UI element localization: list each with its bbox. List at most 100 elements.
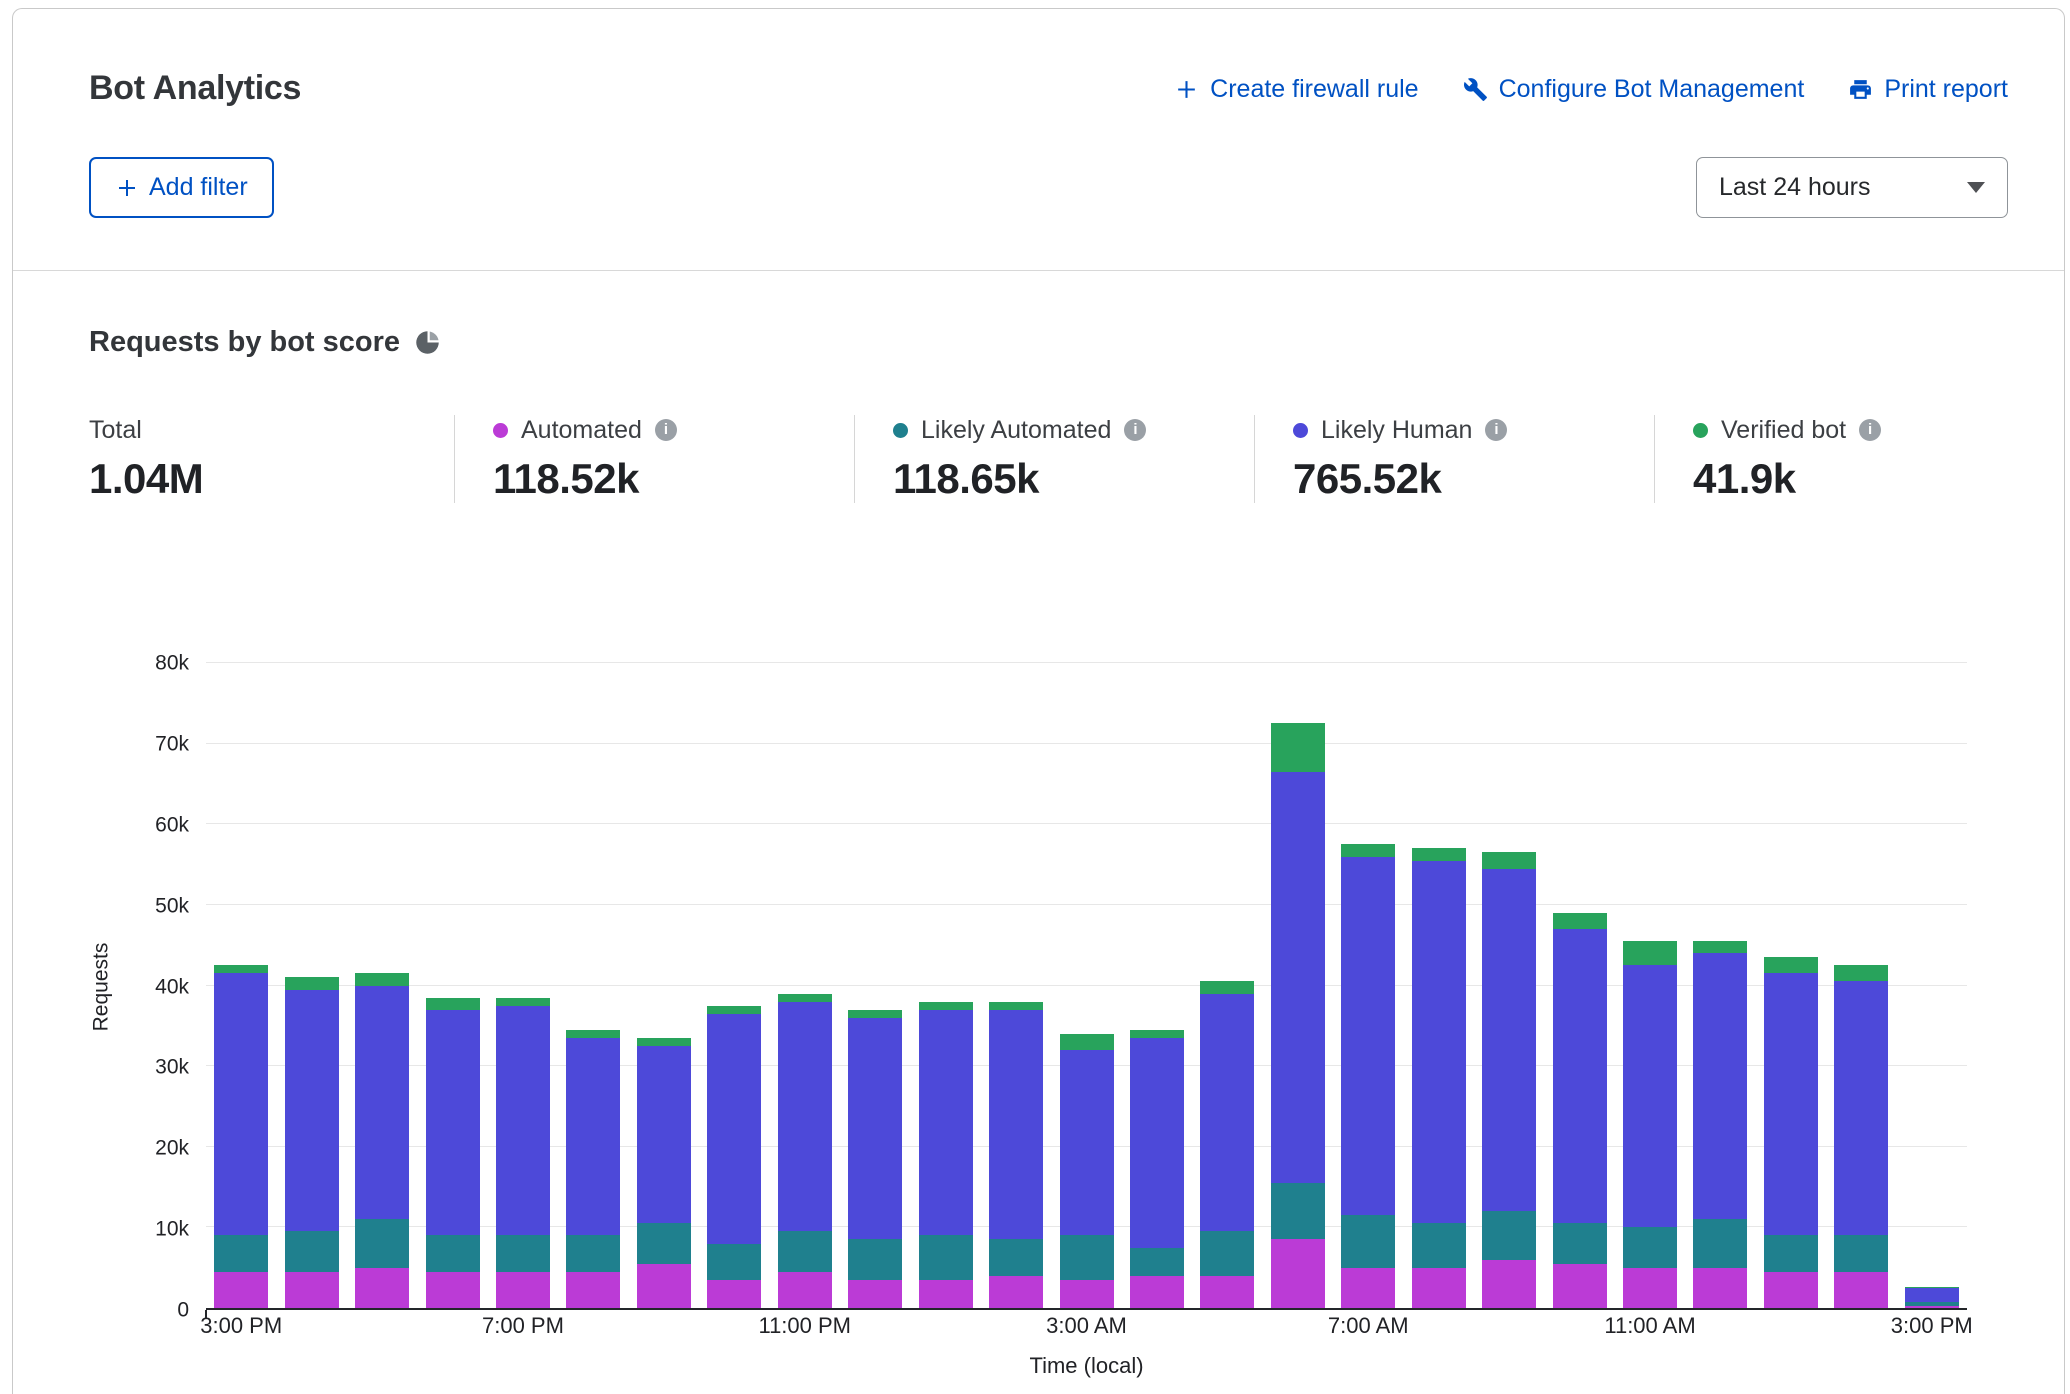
bar-segment-likely-human[interactable] [355,986,409,1220]
bar[interactable] [1200,663,1254,1308]
time-range-select[interactable]: Last 24 hours [1696,157,2008,218]
bar-segment-likely-automated[interactable] [566,1235,620,1271]
bar-segment-automated[interactable] [1341,1268,1395,1308]
bar-segment-verified-bot[interactable] [778,994,832,1002]
bar[interactable] [1130,663,1184,1308]
bar-segment-likely-human[interactable] [1271,772,1325,1183]
bar-segment-likely-human[interactable] [214,973,268,1235]
bar-segment-automated[interactable] [778,1272,832,1308]
bar[interactable] [848,663,902,1308]
bar-segment-automated[interactable] [1905,1306,1959,1308]
info-icon[interactable]: i [1124,419,1146,441]
bar-segment-likely-human[interactable] [1341,857,1395,1216]
bar-segment-verified-bot[interactable] [848,1010,902,1018]
bar-segment-likely-automated[interactable] [1130,1248,1184,1276]
bar-segment-automated[interactable] [1412,1268,1466,1308]
bar-segment-verified-bot[interactable] [1271,723,1325,771]
bar-segment-verified-bot[interactable] [637,1038,691,1046]
bar-segment-automated[interactable] [1060,1280,1114,1308]
bar[interactable] [919,663,973,1308]
bar[interactable] [214,663,268,1308]
bar[interactable] [496,663,550,1308]
bar-segment-likely-human[interactable] [919,1010,973,1236]
bar-segment-verified-bot[interactable] [1623,941,1677,965]
bar-segment-likely-human[interactable] [1482,869,1536,1212]
bar[interactable] [1693,663,1747,1308]
info-icon[interactable]: i [1859,419,1881,441]
bar-segment-automated[interactable] [707,1280,761,1308]
bar-segment-automated[interactable] [1482,1260,1536,1308]
bar-segment-likely-human[interactable] [1623,965,1677,1227]
bar-segment-likely-automated[interactable] [1060,1235,1114,1279]
bar-segment-verified-bot[interactable] [496,998,550,1006]
bar-segment-likely-human[interactable] [1693,953,1747,1219]
bar-segment-verified-bot[interactable] [1130,1030,1184,1038]
bar-segment-automated[interactable] [285,1272,339,1308]
bar-segment-likely-automated[interactable] [848,1239,902,1279]
bar-segment-verified-bot[interactable] [1482,852,1536,868]
bar[interactable] [1271,663,1325,1308]
bar-segment-likely-automated[interactable] [1200,1231,1254,1275]
bar-segment-automated[interactable] [1271,1239,1325,1308]
bar-segment-likely-human[interactable] [707,1014,761,1244]
bar[interactable] [355,663,409,1308]
bar-segment-likely-automated[interactable] [919,1235,973,1279]
bar-segment-automated[interactable] [496,1272,550,1308]
bar[interactable] [1412,663,1466,1308]
bar-segment-automated[interactable] [1834,1272,1888,1308]
bar-segment-automated[interactable] [566,1272,620,1308]
bar-segment-automated[interactable] [1764,1272,1818,1308]
bar-segment-likely-human[interactable] [989,1010,1043,1240]
bar[interactable] [566,663,620,1308]
bar-segment-verified-bot[interactable] [426,998,480,1010]
bar-segment-likely-automated[interactable] [1623,1227,1677,1267]
bar-segment-likely-human[interactable] [637,1046,691,1223]
bar-segment-verified-bot[interactable] [919,1002,973,1010]
bar-segment-verified-bot[interactable] [1060,1034,1114,1050]
bar-segment-automated[interactable] [1200,1276,1254,1308]
bar[interactable] [778,663,832,1308]
bar[interactable] [1060,663,1114,1308]
bar-segment-verified-bot[interactable] [989,1002,1043,1010]
bar[interactable] [1553,663,1607,1308]
bar[interactable] [1764,663,1818,1308]
bar-segment-likely-automated[interactable] [496,1235,550,1271]
bar[interactable] [285,663,339,1308]
bar-segment-automated[interactable] [989,1276,1043,1308]
bar[interactable] [637,663,691,1308]
bar-segment-likely-human[interactable] [1060,1050,1114,1235]
bar-segment-likely-human[interactable] [1905,1288,1959,1302]
bar-segment-verified-bot[interactable] [707,1006,761,1014]
info-icon[interactable]: i [655,419,677,441]
bar-segment-verified-bot[interactable] [1834,965,1888,981]
bar-segment-verified-bot[interactable] [1693,941,1747,953]
bar[interactable] [989,663,1043,1308]
bar-segment-likely-human[interactable] [285,990,339,1232]
bar-segment-likely-automated[interactable] [1553,1223,1607,1263]
bar-segment-likely-human[interactable] [1412,861,1466,1224]
bar-segment-likely-automated[interactable] [214,1235,268,1271]
bar-segment-automated[interactable] [919,1280,973,1308]
bar-segment-automated[interactable] [637,1264,691,1308]
bar[interactable] [1341,663,1395,1308]
add-filter-button[interactable]: Add filter [89,157,274,218]
bar-segment-automated[interactable] [355,1268,409,1308]
bar-segment-likely-human[interactable] [496,1006,550,1236]
bar-segment-likely-automated[interactable] [355,1219,409,1267]
bar-segment-automated[interactable] [1693,1268,1747,1308]
bar-segment-likely-human[interactable] [426,1010,480,1236]
bar-segment-likely-human[interactable] [1130,1038,1184,1248]
bar-segment-likely-human[interactable] [1200,994,1254,1232]
bar-segment-likely-human[interactable] [1834,981,1888,1235]
bar-segment-likely-automated[interactable] [1834,1235,1888,1271]
bar[interactable] [1482,663,1536,1308]
bar-segment-likely-automated[interactable] [778,1231,832,1271]
bar-segment-verified-bot[interactable] [285,977,339,989]
bar-segment-automated[interactable] [848,1280,902,1308]
bar[interactable] [1834,663,1888,1308]
bar-segment-likely-automated[interactable] [637,1223,691,1263]
bar-segment-likely-human[interactable] [1764,973,1818,1235]
bar[interactable] [1905,663,1959,1308]
bar-segment-likely-automated[interactable] [707,1244,761,1280]
bar-segment-likely-automated[interactable] [285,1231,339,1271]
